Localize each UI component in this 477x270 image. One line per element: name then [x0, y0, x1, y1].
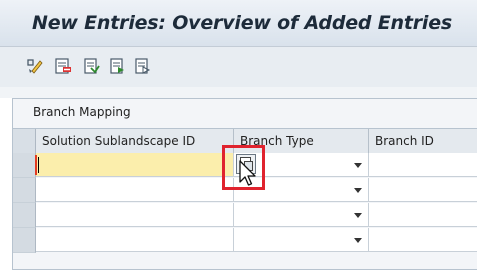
row-selector[interactable]	[13, 153, 36, 178]
solution-sublandscape-id-field[interactable]	[36, 153, 234, 177]
delete-icon[interactable]	[54, 57, 72, 75]
column-header-branch-id[interactable]: Branch ID	[369, 129, 477, 153]
solution-sublandscape-id-field[interactable]	[36, 178, 234, 202]
select-all-icon[interactable]	[82, 57, 100, 75]
dropdown-arrow-icon[interactable]	[354, 238, 362, 243]
solution-sublandscape-id-field[interactable]	[36, 228, 234, 252]
deselect-all-icon[interactable]	[133, 57, 151, 75]
required-field-marker	[35, 155, 37, 175]
branch-id-field[interactable]	[369, 178, 477, 202]
solution-sublandscape-id-field[interactable]	[36, 203, 234, 227]
dropdown-arrow-icon[interactable]	[354, 213, 362, 218]
panel-title: Branch Mapping	[33, 105, 131, 119]
dropdown-arrow-icon[interactable]	[354, 188, 362, 193]
title-bar: New Entries: Overview of Added Entries	[0, 0, 477, 47]
branch-type-dropdown[interactable]	[234, 203, 369, 227]
column-header-solution-sublandscape-id[interactable]: Solution Sublandscape ID	[36, 129, 234, 153]
branch-id-field[interactable]	[369, 153, 477, 177]
dropdown-arrow-icon[interactable]	[354, 163, 362, 168]
branch-id-field[interactable]	[369, 228, 477, 252]
branch-type-dropdown[interactable]	[234, 228, 369, 252]
application-toolbar	[0, 47, 477, 87]
mouse-pointer-icon	[239, 160, 256, 186]
page-title: New Entries: Overview of Added Entries	[32, 12, 453, 34]
text-cursor	[38, 157, 39, 173]
table-row	[13, 228, 477, 253]
toolbar-separator	[0, 87, 477, 98]
row-selector[interactable]	[13, 178, 36, 203]
branch-mapping-table: Solution Sublandscape ID Branch Type Bra…	[13, 128, 477, 253]
display-change-icon[interactable]	[26, 57, 44, 75]
row-selector[interactable]	[13, 228, 36, 253]
table-row	[13, 203, 477, 228]
select-all-rows-header[interactable]	[13, 129, 36, 153]
branch-id-field[interactable]	[369, 203, 477, 227]
row-selector[interactable]	[13, 203, 36, 228]
select-block-icon[interactable]	[108, 57, 126, 75]
